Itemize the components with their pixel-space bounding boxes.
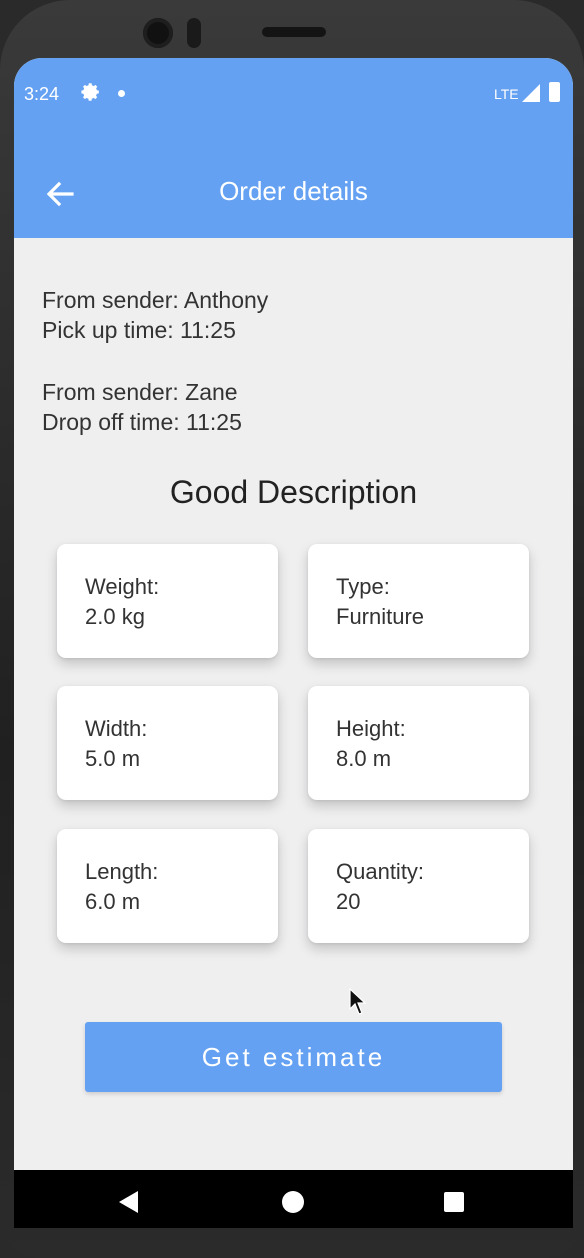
page-title: Order details: [219, 176, 368, 206]
gear-icon: [81, 83, 99, 101]
type-card: Type: Furniture: [308, 544, 529, 658]
quantity-card: Quantity: 20: [308, 829, 529, 943]
length-card: Length: 6.0 m: [57, 829, 278, 943]
card-label: Weight:: [85, 574, 160, 599]
get-estimate-button[interactable]: Get estimate: [85, 1022, 502, 1092]
phone-frame: 3:24 LTE Order details From sender: Anth…: [0, 0, 584, 1258]
nav-back-icon[interactable]: [118, 1190, 140, 1214]
proximity-sensor: [187, 18, 201, 48]
card-label: Quantity:: [336, 859, 425, 884]
battery-icon: [549, 82, 560, 102]
card-value: Furniture: [336, 604, 425, 629]
signal-icon: [522, 84, 540, 102]
mouse-cursor-icon: [349, 988, 367, 1015]
card-value: 8.0 m: [336, 746, 392, 771]
pickup-sender: From sender: Anthony: [42, 287, 269, 313]
screen: 3:24 LTE Order details From sender: Anth…: [14, 58, 573, 1228]
front-camera: [143, 18, 173, 48]
pickup-time: Pick up time: 11:25: [42, 317, 236, 343]
good-description-heading: Good Description: [169, 474, 418, 510]
card-value: 5.0 m: [85, 746, 141, 771]
dropoff-time: Drop off time: 11:25: [42, 409, 242, 435]
app-bar: 3:24 LTE Order details: [14, 58, 573, 238]
card-value: 2.0 kg: [85, 604, 145, 629]
nav-home-icon[interactable]: [282, 1191, 304, 1213]
nav-recents-icon[interactable]: [444, 1192, 464, 1212]
height-card: Height: 8.0 m: [308, 686, 529, 800]
status-time: 3:24: [24, 84, 60, 104]
card-value: 6.0 m: [85, 889, 141, 914]
card-label: Length:: [85, 859, 159, 884]
notification-dot-icon: [118, 90, 125, 97]
card-label: Height:: [336, 716, 406, 741]
pickup-info: From sender: Anthony Pick up time: 11:25: [42, 285, 268, 345]
card-label: Width:: [85, 716, 148, 741]
network-type: LTE: [494, 86, 519, 102]
dropoff-info: From sender: Zane Drop off time: 11:25: [42, 377, 242, 437]
width-card: Width: 5.0 m: [57, 686, 278, 800]
dropoff-sender: From sender: Zane: [42, 379, 238, 405]
card-label: Type:: [336, 574, 390, 599]
system-nav-bar: [14, 1170, 573, 1228]
card-value: 20: [336, 889, 361, 914]
earpiece-speaker: [262, 27, 326, 37]
weight-card: Weight: 2.0 kg: [57, 544, 278, 658]
